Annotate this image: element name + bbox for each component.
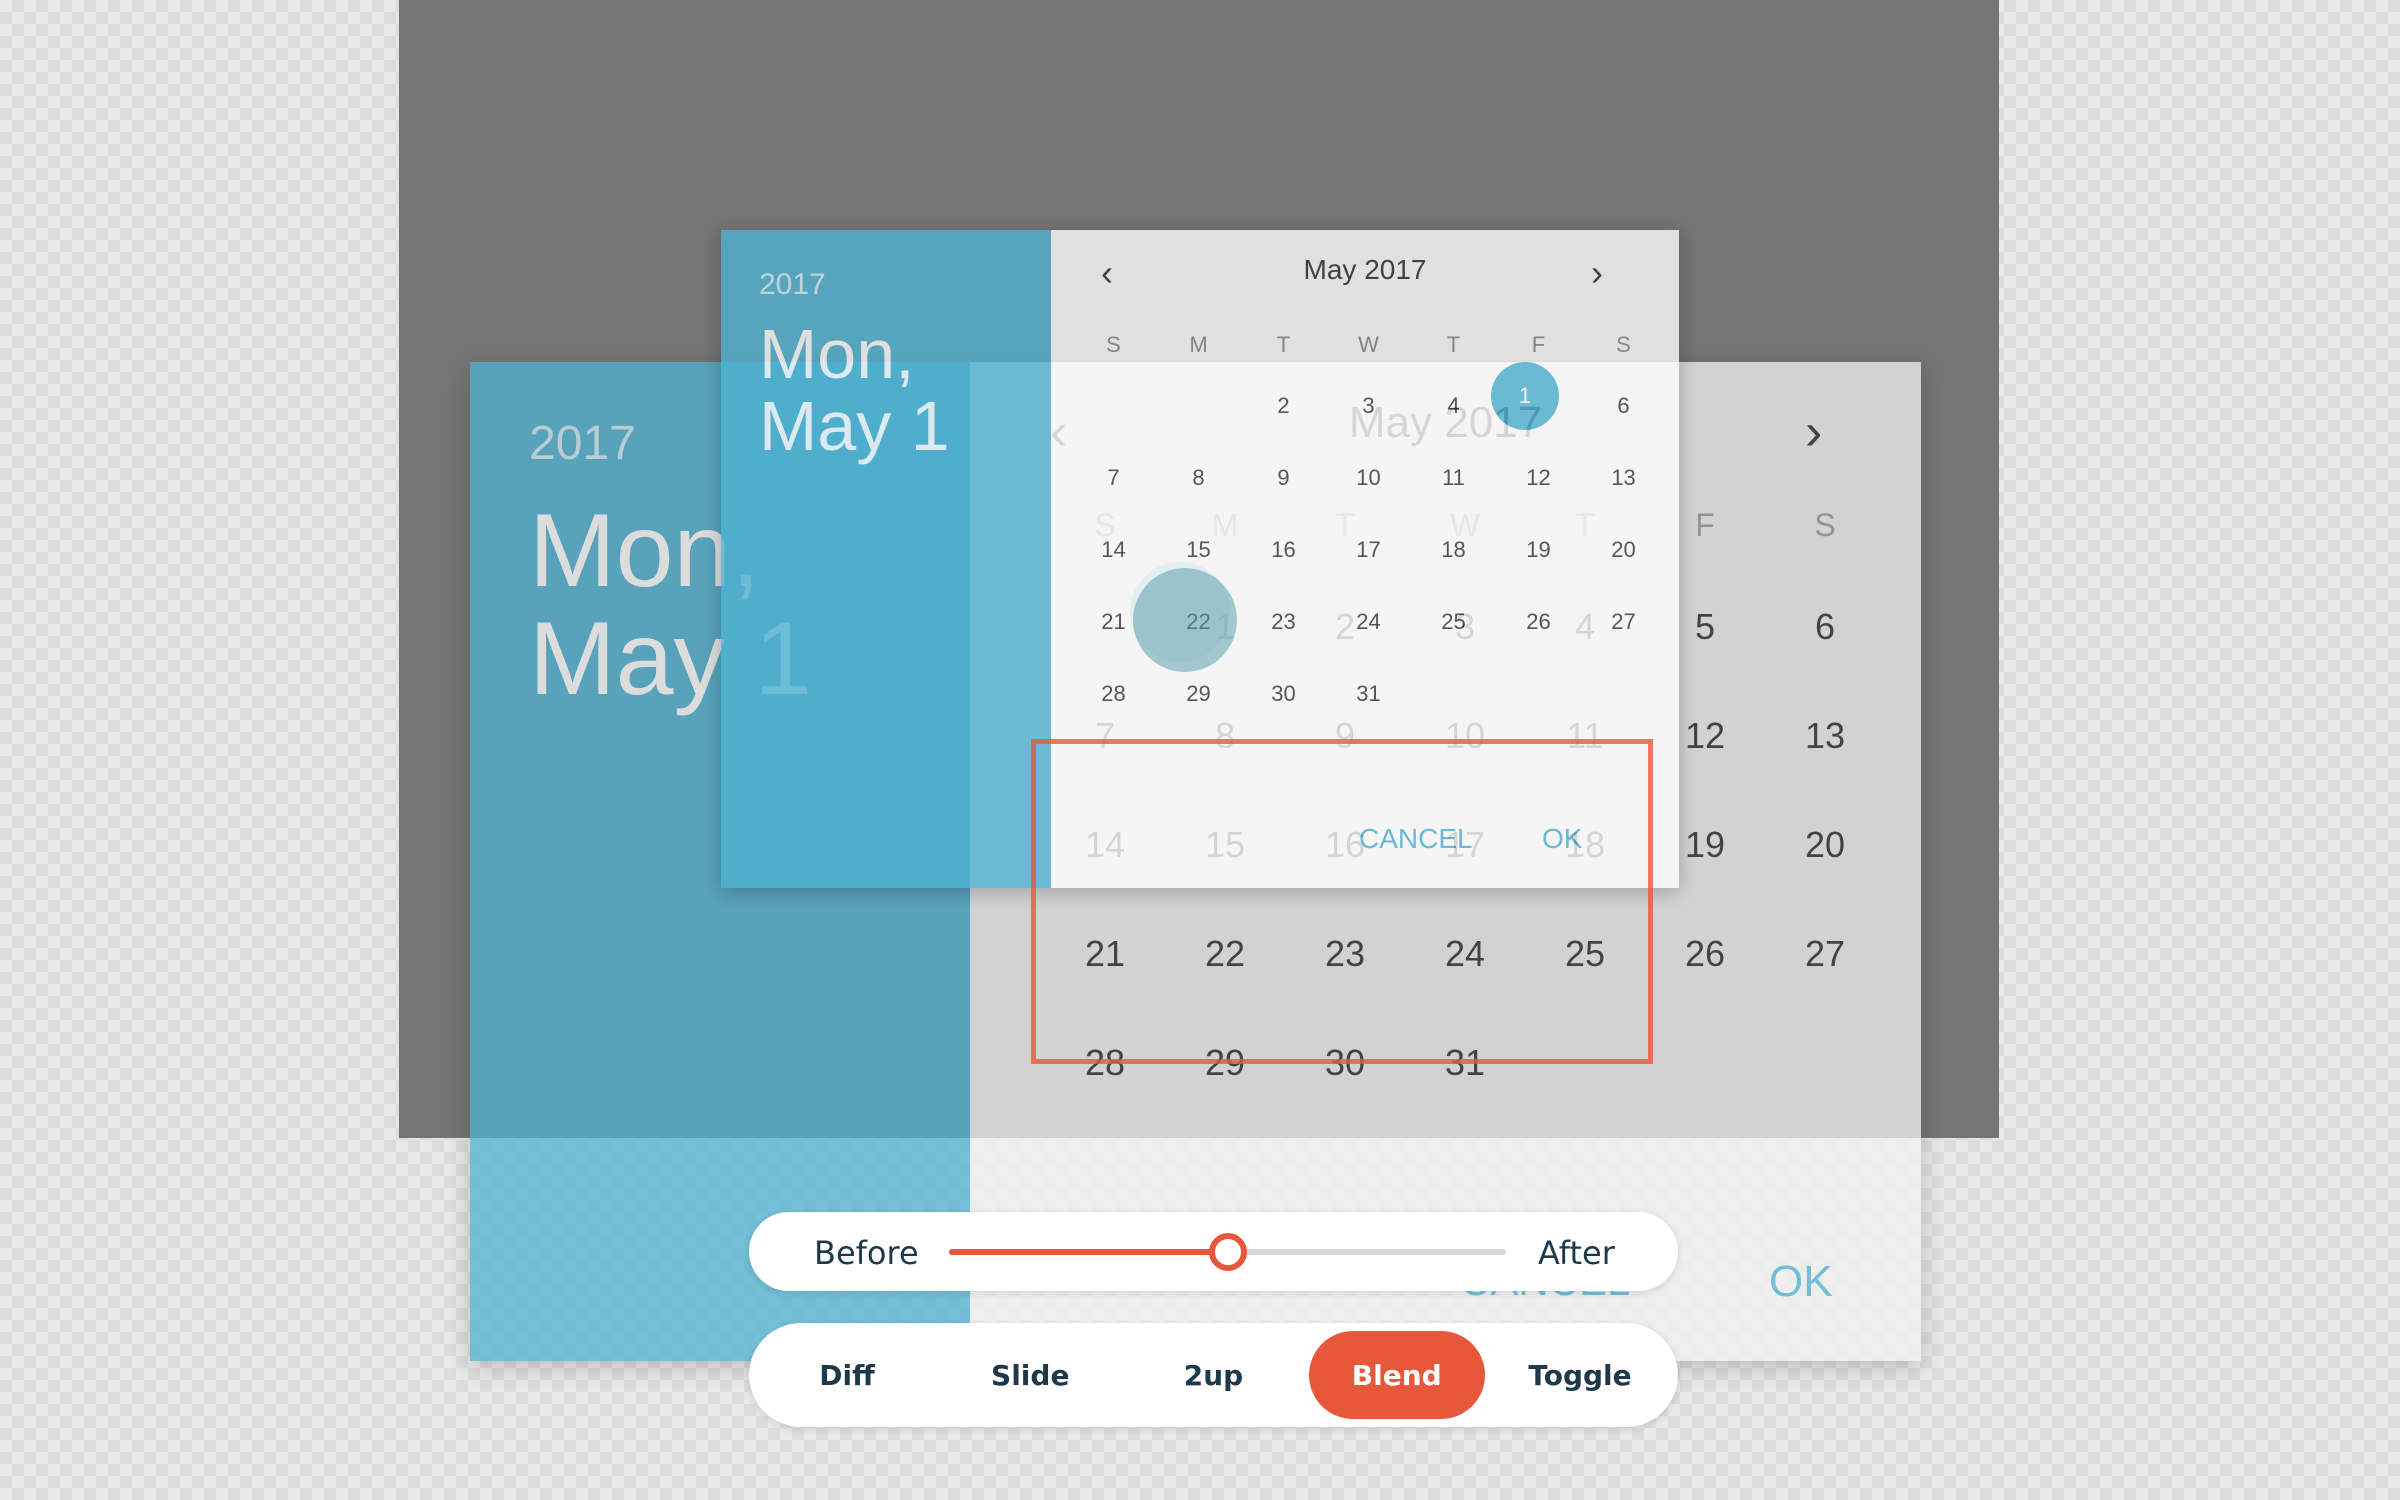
before-day-cell[interactable]: 27 <box>1581 609 1666 635</box>
slider-track-fill <box>949 1249 1228 1255</box>
before-day-cell[interactable]: 18 <box>1411 537 1496 563</box>
before-calendar-grid: SMTWTFS234567891011121314151617181920212… <box>1071 320 1671 730</box>
overlap-day-circle <box>1133 568 1237 672</box>
before-weekday-label: T <box>1446 332 1461 357</box>
after-day-cell[interactable]: 6 <box>1765 606 1885 648</box>
before-weekday-label: M <box>1189 332 1208 357</box>
before-header-date-line2: May 1 <box>759 387 950 465</box>
slider-before-label: Before <box>814 1234 919 1272</box>
before-day-cell[interactable]: 9 <box>1241 465 1326 491</box>
before-day-cell[interactable]: 29 <box>1156 681 1241 707</box>
before-weekday-label: S <box>1616 332 1631 357</box>
after-day-cell[interactable]: 20 <box>1765 824 1885 866</box>
after-day-cell[interactable]: 13 <box>1765 715 1885 757</box>
before-weekday-label: T <box>1276 332 1291 357</box>
before-day-cell[interactable]: 16 <box>1241 537 1326 563</box>
after-header-year: 2017 <box>529 417 636 470</box>
mode-2up-button[interactable]: 2up <box>1126 1331 1302 1419</box>
before-day-cell[interactable]: 14 <box>1071 537 1156 563</box>
before-day-cell[interactable]: 10 <box>1326 465 1411 491</box>
view-mode-selector: Diff Slide 2up Blend Toggle <box>749 1323 1678 1427</box>
before-day-cell[interactable]: 28 <box>1071 681 1156 707</box>
before-header-year: 2017 <box>759 268 826 301</box>
slider-track[interactable] <box>949 1233 1506 1271</box>
before-day-cell[interactable]: 19 <box>1496 537 1581 563</box>
before-day-cell[interactable]: 15 <box>1156 537 1241 563</box>
before-dialog-header: 2017 Mon, May 1 <box>721 230 1051 888</box>
before-week-row: 23456 <box>1071 370 1671 442</box>
mode-slide-button[interactable]: Slide <box>942 1331 1118 1419</box>
mode-toggle-button[interactable]: Toggle <box>1492 1331 1668 1419</box>
before-header-date-line1: Mon, <box>759 315 915 393</box>
before-week-row: 28 29 30 31 <box>1071 658 1671 730</box>
before-chevron-left-icon[interactable]: ‹ <box>1101 252 1113 294</box>
before-header-date: Mon, May 1 <box>759 318 1049 462</box>
before-weekday-label: S <box>1106 332 1121 357</box>
after-weekday-label: S <box>1814 507 1836 543</box>
before-day-cell[interactable]: 25 <box>1411 609 1496 635</box>
before-day-cell[interactable]: 11 <box>1411 465 1496 491</box>
before-day-cell[interactable]: 30 <box>1241 681 1326 707</box>
before-day-cell[interactable]: 20 <box>1581 537 1666 563</box>
before-selected-day[interactable]: 1 <box>1491 362 1559 430</box>
before-chevron-right-icon[interactable]: › <box>1591 252 1603 294</box>
before-day-cell[interactable]: 24 <box>1326 609 1411 635</box>
before-day-cell[interactable]: 13 <box>1581 465 1666 491</box>
before-day-cell[interactable]: 8 <box>1156 465 1241 491</box>
after-day-cell[interactable]: 26 <box>1645 933 1765 975</box>
mode-diff-button[interactable]: Diff <box>759 1331 935 1419</box>
mode-blend-button[interactable]: Blend <box>1308 1331 1485 1419</box>
before-day-cell[interactable]: 4 <box>1411 393 1496 419</box>
before-month-title: May 2017 <box>1303 254 1427 285</box>
before-day-cell[interactable]: 17 <box>1326 537 1411 563</box>
before-day-cell[interactable]: 31 <box>1326 681 1411 707</box>
diff-highlight-box <box>1031 739 1653 1064</box>
before-day-cell[interactable]: 26 <box>1496 609 1581 635</box>
before-day-cell[interactable]: 12 <box>1496 465 1581 491</box>
before-weekday-label: W <box>1358 332 1379 357</box>
slider-after-label: After <box>1538 1234 1615 1272</box>
blend-slider-control: Before After <box>749 1212 1678 1291</box>
before-day-cell[interactable]: 2 <box>1241 393 1326 419</box>
before-day-cell[interactable]: 3 <box>1326 393 1411 419</box>
after-chevron-right-icon[interactable]: › <box>1805 402 1822 462</box>
before-week-row: 7 8 9 10 11 12 13 <box>1071 442 1671 514</box>
before-day-cell[interactable]: 6 <box>1581 393 1666 419</box>
after-ok-button[interactable]: OK <box>1769 1257 1833 1307</box>
before-day-cell[interactable]: 23 <box>1241 609 1326 635</box>
after-day-cell[interactable]: 27 <box>1765 933 1885 975</box>
before-weekday-label: F <box>1531 332 1546 357</box>
slider-thumb[interactable] <box>1208 1233 1247 1271</box>
before-day-cell[interactable]: 7 <box>1071 465 1156 491</box>
before-weekday-row: SMTWTFS <box>1071 320 1671 370</box>
